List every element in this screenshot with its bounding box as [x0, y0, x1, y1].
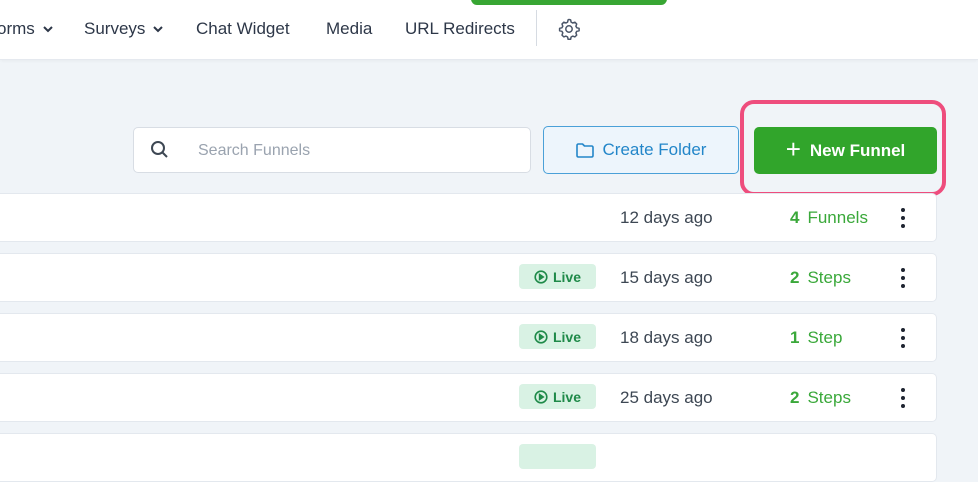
nav-item-label: Chat Widget — [196, 19, 290, 38]
new-funnel-button[interactable]: + New Funnel — [754, 127, 937, 174]
plus-icon: + — [785, 134, 801, 164]
table-row[interactable] — [0, 433, 937, 482]
chevron-down-icon — [153, 26, 164, 33]
active-tab-indicator — [471, 0, 667, 5]
nav-item-url-redirects[interactable]: URL Redirects — [405, 19, 515, 39]
nav-item-label: URL Redirects — [405, 19, 515, 38]
table-row[interactable]: 12 days ago 4 Funnels — [0, 193, 937, 242]
more-options-icon[interactable] — [896, 267, 910, 289]
nav-item-surveys[interactable]: Surveys — [84, 19, 164, 39]
table-row[interactable]: Live 18 days ago 1 Step — [0, 313, 937, 362]
table-row[interactable]: Live 15 days ago 2 Steps — [0, 253, 937, 302]
updated-date: 15 days ago — [620, 268, 713, 287]
top-navigation: orms Surveys Chat Widget Media URL Redir… — [0, 0, 978, 60]
nav-item-label: Surveys — [84, 19, 146, 38]
play-circle-icon — [534, 269, 548, 284]
nav-item-label: Media — [326, 19, 373, 38]
new-funnel-label: New Funnel — [809, 140, 906, 160]
updated-date: 25 days ago — [620, 388, 713, 407]
nav-item-label: orms — [0, 19, 35, 38]
gear-icon[interactable] — [557, 17, 581, 41]
nav-item-chat-widget[interactable]: Chat Widget — [196, 19, 290, 39]
play-circle-icon — [534, 389, 548, 404]
play-circle-icon — [534, 329, 548, 344]
nav-item-media[interactable]: Media — [326, 19, 372, 39]
row-count[interactable]: 2 Steps — [790, 388, 851, 408]
more-options-icon[interactable] — [896, 207, 910, 229]
table-row[interactable]: Live 25 days ago 2 Steps — [0, 373, 937, 422]
create-folder-button[interactable]: Create Folder — [543, 126, 739, 174]
more-options-icon[interactable] — [896, 327, 910, 349]
updated-date: 18 days ago — [620, 328, 713, 347]
nav-item-forms[interactable]: orms — [0, 19, 53, 39]
folder-icon — [575, 142, 594, 158]
updated-date: 12 days ago — [620, 208, 713, 227]
row-count[interactable]: 4 Funnels — [790, 208, 868, 228]
status-badge: Live — [519, 384, 596, 409]
search-icon — [151, 141, 168, 158]
row-count[interactable]: 1 Step — [790, 328, 842, 348]
create-folder-label: Create Folder — [602, 140, 707, 159]
status-badge: Live — [519, 324, 596, 349]
status-badge: Live — [519, 264, 596, 289]
status-badge — [519, 444, 596, 469]
chevron-down-icon — [43, 26, 53, 33]
nav-divider — [536, 10, 537, 46]
row-count[interactable]: 2 Steps — [790, 268, 851, 288]
search-input[interactable] — [196, 136, 520, 166]
more-options-icon[interactable] — [896, 387, 910, 409]
search-box — [133, 127, 531, 173]
